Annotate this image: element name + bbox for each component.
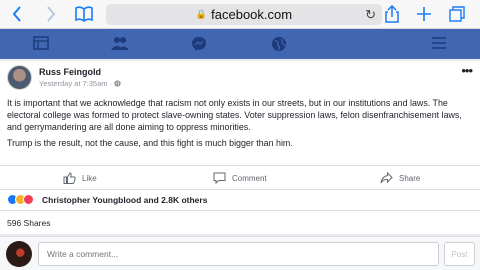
news-feed-icon[interactable] [33, 36, 51, 52]
post-author[interactable]: Russ Feingold [39, 67, 101, 77]
messenger-icon[interactable] [191, 36, 209, 52]
shares-row[interactable]: 596 Shares [0, 210, 480, 234]
comment-input[interactable] [38, 242, 439, 266]
user-avatar [6, 241, 32, 267]
comment-icon [213, 172, 226, 184]
menu-icon[interactable] [431, 36, 449, 52]
forward-icon[interactable] [44, 4, 58, 24]
share-arrow-icon [380, 172, 393, 184]
post-actions: Like Comment Share [0, 165, 480, 189]
tabs-icon[interactable] [448, 4, 466, 24]
thumbs-up-icon [63, 172, 76, 184]
new-tab-icon[interactable] [416, 4, 432, 24]
share-button[interactable]: Share [380, 172, 420, 184]
reactions-summary: Christopher Youngblood and 2.8K others [42, 195, 208, 205]
globe-privacy-icon [114, 80, 121, 87]
bookmarks-icon[interactable] [74, 4, 94, 24]
love-reaction-icon [23, 194, 34, 205]
post-paragraph: It is important that we acknowledge that… [7, 98, 462, 132]
like-button[interactable]: Like [63, 172, 97, 184]
post-body: It is important that we acknowledge that… [7, 97, 475, 149]
comment-button[interactable]: Comment [213, 172, 267, 184]
reaction-icons [7, 194, 39, 206]
post-timestamp[interactable]: Yesterday at 7:35am · [39, 79, 121, 88]
shares-count: 596 Shares [7, 218, 51, 228]
reload-icon[interactable]: ↻ [365, 7, 376, 23]
back-icon[interactable] [10, 4, 24, 24]
address-bar[interactable]: 🔒 facebook.com ↻ [106, 4, 382, 25]
post-card: Russ Feingold Yesterday at 7:35am · ••• … [0, 61, 480, 210]
facebook-nav-bar [0, 29, 480, 59]
browser-toolbar: 🔒 facebook.com ↻ [0, 0, 480, 29]
reactions-row[interactable]: Christopher Youngblood and 2.8K others [0, 189, 480, 210]
author-avatar[interactable] [7, 65, 32, 90]
url-text: facebook.com [211, 7, 293, 22]
share-icon[interactable] [384, 4, 400, 24]
post-paragraph: Trump is the result, not the cause, and … [7, 138, 293, 148]
globe-icon[interactable] [271, 36, 289, 52]
lock-icon: 🔒 [195, 9, 208, 19]
comment-composer: Post [0, 236, 480, 270]
post-comment-button[interactable]: Post [444, 242, 475, 266]
friends-icon[interactable] [111, 36, 129, 52]
more-options-icon[interactable]: ••• [461, 63, 473, 78]
